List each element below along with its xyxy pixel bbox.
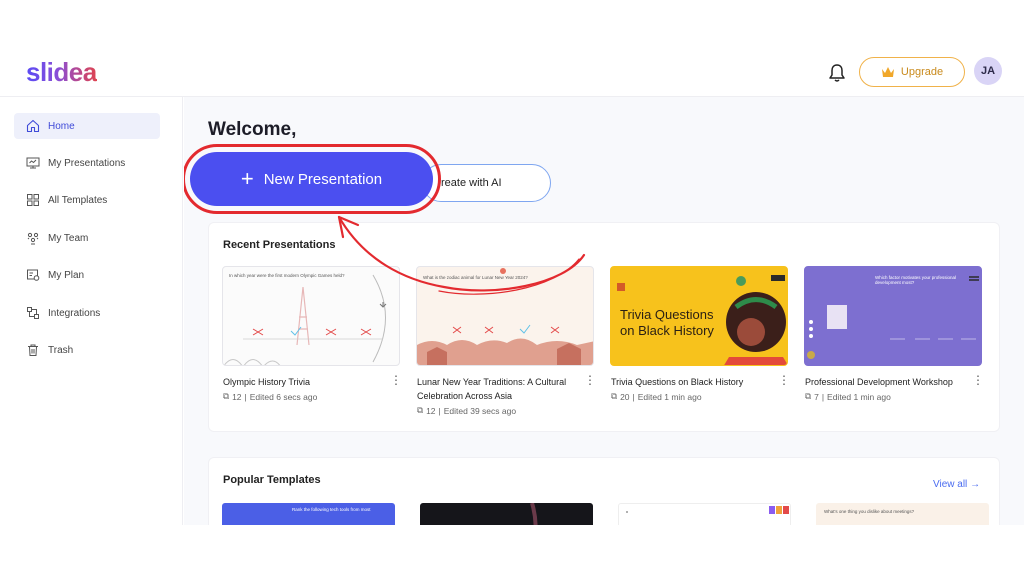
create-with-ai-button[interactable]: reate with AI	[422, 164, 551, 202]
meta-divider: |	[244, 391, 247, 402]
sidebar-item-my-team[interactable]: My Team	[14, 225, 160, 251]
more-options-icon[interactable]: ⋮	[584, 374, 596, 389]
sidebar-item-label: My Team	[48, 232, 89, 244]
meta-divider: |	[632, 391, 635, 402]
workshop-thumbnail-art	[807, 276, 979, 359]
presentation-meta: ⧉ 12 | Edited 39 secs ago	[417, 405, 516, 416]
edited-time: Edited 1 min ago	[637, 391, 702, 402]
edited-time: Edited 1 min ago	[827, 391, 891, 402]
sidebar-item-label: Home	[48, 120, 75, 132]
meta-divider: |	[438, 405, 441, 416]
main-content: Welcome, reate with AI + New Presentatio…	[184, 97, 1024, 525]
presentation-thumbnail[interactable]: What is the zodiac animal for Lunar New …	[416, 266, 594, 366]
sidebar-item-label: Integrations	[48, 307, 101, 319]
lunar-thumbnail-art	[417, 268, 593, 365]
new-presentation-button[interactable]: + New Presentation	[190, 152, 433, 206]
create-with-ai-label: reate with AI	[441, 177, 502, 189]
template-thumbnail[interactable]: What's one thing you dislike about meeti…	[816, 503, 989, 525]
new-presentation-label: New Presentation	[263, 170, 383, 188]
integrations-icon	[27, 307, 39, 319]
plus-icon: +	[240, 166, 254, 191]
popular-templates-panel: Popular Templates View all → Rank the fo…	[208, 457, 1000, 525]
template-text: Rank the following tech tools from most	[292, 507, 371, 512]
presentation-thumbnail[interactable]: Which factor motivates your professional…	[804, 266, 982, 366]
thumb-title: Trivia Questions on Black History	[620, 307, 714, 338]
upgrade-label: Upgrade	[900, 66, 944, 78]
sidebar-item-label: Trash	[48, 344, 74, 356]
top-bar: slidea Upgrade JA	[0, 45, 1024, 97]
slide-count: 7	[814, 391, 819, 402]
template-thumbnail[interactable]	[420, 503, 593, 525]
slide-count: 20	[620, 391, 630, 402]
presentation-meta: ⧉ 20 | Edited 1 min ago	[611, 391, 702, 402]
slides-icon: ⧉	[805, 391, 812, 401]
template-art	[530, 503, 538, 525]
home-icon	[26, 119, 40, 133]
presentation-meta: ⧉ 7 | Edited 1 min ago	[805, 391, 891, 402]
sidebar: Home My Presentations All Templates My T…	[0, 97, 183, 525]
new-presentation-highlight: + New Presentation	[184, 144, 441, 214]
plan-icon	[27, 269, 40, 281]
presentation-thumbnail[interactable]: Trivia Questions on Black History	[610, 266, 788, 366]
slide-count: 12	[426, 405, 436, 416]
team-icon	[27, 232, 39, 245]
template-thumbnail[interactable]: Rank the following tech tools from most	[222, 503, 395, 525]
sidebar-item-label: My Presentations	[48, 157, 126, 169]
upgrade-button[interactable]: Upgrade	[859, 57, 965, 87]
grid-icon	[27, 194, 39, 206]
recent-presentations-title: Recent Presentations	[223, 239, 336, 251]
sidebar-item-home[interactable]: Home	[14, 113, 160, 139]
slides-icon: ⧉	[223, 391, 230, 401]
sidebar-item-integrations[interactable]: Integrations	[14, 300, 160, 326]
presentation-title[interactable]: Trivia Questions on Black History	[611, 375, 771, 389]
sidebar-item-my-plan[interactable]: My Plan	[14, 262, 160, 288]
sidebar-item-trash[interactable]: Trash	[14, 337, 160, 363]
user-avatar[interactable]: JA	[974, 57, 1002, 85]
presentation-title[interactable]: Professional Development Workshop	[805, 375, 965, 389]
popular-templates-title: Popular Templates	[223, 474, 321, 486]
more-options-icon[interactable]: ⋮	[390, 374, 402, 389]
slidea-logo[interactable]: slidea	[26, 57, 97, 88]
recent-presentations-panel: Recent Presentations In which year were …	[208, 222, 1000, 432]
template-text: What's one thing you dislike about meeti…	[824, 509, 915, 514]
template-art	[626, 506, 789, 514]
slides-icon: ⧉	[417, 405, 424, 415]
presentation-thumbnail[interactable]: In which year were the first modern Olym…	[222, 266, 400, 366]
view-all-link[interactable]: View all →	[933, 479, 980, 490]
presentation-icon	[26, 157, 40, 169]
crown-icon	[881, 67, 894, 77]
meta-divider: |	[821, 391, 825, 402]
presentation-meta: ⧉ 12 | Edited 6 secs ago	[223, 391, 317, 402]
sidebar-item-label: All Templates	[48, 194, 108, 206]
bell-icon[interactable]	[828, 63, 846, 83]
edited-time: Edited 39 secs ago	[443, 405, 517, 416]
presentation-title[interactable]: Lunar New Year Traditions: A Cultural Ce…	[417, 375, 577, 403]
sidebar-item-all-templates[interactable]: All Templates	[14, 187, 160, 213]
trash-icon	[28, 344, 38, 356]
edited-time: Edited 6 secs ago	[249, 391, 318, 402]
more-options-icon[interactable]: ⋮	[972, 374, 984, 389]
olympic-thumbnail-art	[223, 274, 387, 365]
arrow-right-icon: →	[970, 479, 981, 490]
more-options-icon[interactable]: ⋮	[778, 374, 790, 389]
sidebar-item-my-presentations[interactable]: My Presentations	[14, 150, 160, 176]
app-window: slidea Upgrade JA Home My Presentations …	[0, 45, 1024, 525]
view-all-label: View all	[933, 479, 968, 490]
welcome-heading: Welcome,	[208, 119, 297, 140]
sidebar-item-label: My Plan	[48, 269, 85, 281]
slide-count: 12	[232, 391, 242, 402]
presentation-title[interactable]: Olympic History Trivia	[223, 375, 383, 389]
template-thumbnail[interactable]	[618, 503, 791, 525]
slides-icon: ⧉	[611, 391, 618, 401]
